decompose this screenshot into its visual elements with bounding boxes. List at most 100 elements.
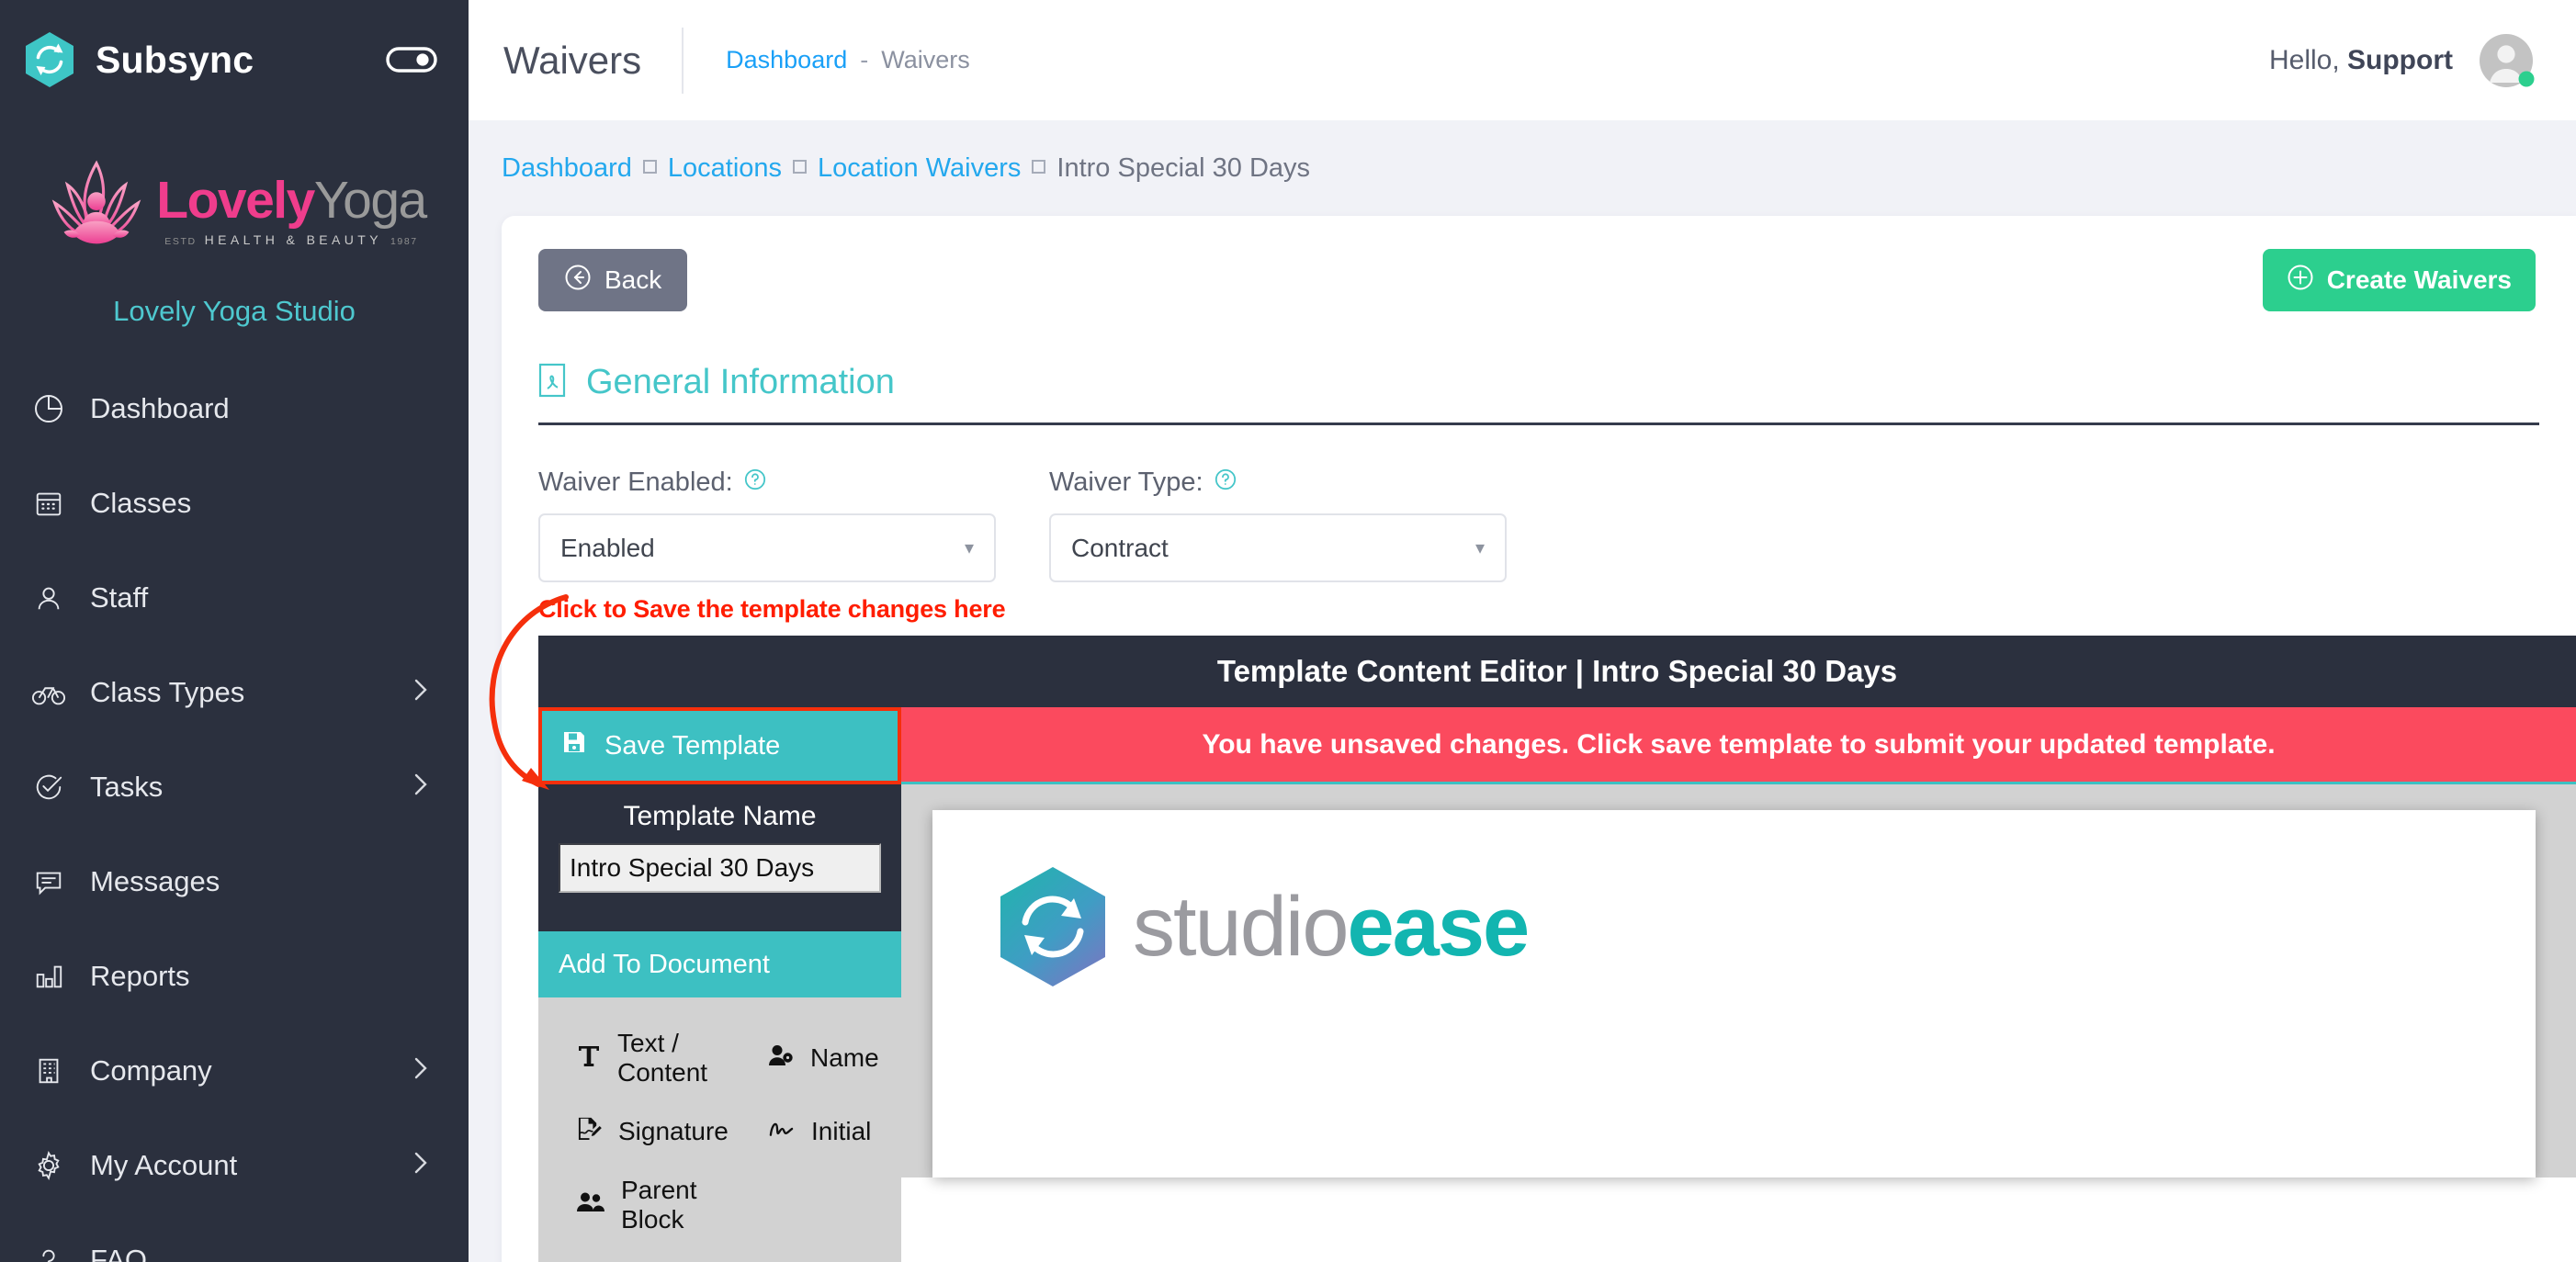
sidebar-item-dashboard[interactable]: Dashboard: [0, 361, 469, 456]
arrow-circle-left-icon: [564, 264, 592, 298]
sidebar-item-label: Reports: [90, 959, 190, 992]
studio-logo-tagline: HEALTH & BEAUTY: [204, 232, 382, 248]
sidebar-nav: Dashboard Classes Staff Class Types Task…: [0, 361, 469, 1262]
question-circle-icon[interactable]: [1215, 468, 1237, 498]
studio-logo-word-secondary: Yoga: [313, 171, 427, 231]
page-title: Waivers: [503, 38, 642, 82]
sidebar-item-tasks[interactable]: Tasks: [0, 739, 469, 834]
save-template-button[interactable]: Save Template: [538, 707, 901, 784]
header-divider: [682, 27, 684, 94]
add-to-document-header: Add To Document: [538, 931, 901, 997]
save-template-wrapper: Save Template: [538, 707, 901, 784]
document-logo-text: studioease: [1133, 885, 1530, 969]
breadcrumb: Dashboard Locations Location Waivers Int…: [469, 120, 2576, 216]
sidebar-item-class-types[interactable]: Class Types: [0, 645, 469, 739]
sidebar-item-faq[interactable]: FAQ: [0, 1212, 469, 1262]
card-toolbar: Back Create Waivers: [502, 249, 2576, 311]
waiver-type-field: Waiver Type: Contract ▾: [1049, 468, 1507, 582]
tool-label: Signature: [618, 1117, 729, 1145]
chevron-right-icon: [413, 1151, 428, 1179]
pdf-document-icon: [538, 363, 566, 402]
editor-preview: You have unsaved changes. Click save tem…: [901, 707, 2576, 1262]
toggle-switch-icon[interactable]: [386, 45, 437, 74]
gear-icon: [28, 1150, 70, 1181]
tool-name[interactable]: Name: [729, 1021, 879, 1095]
sidebar-item-label: My Account: [90, 1148, 238, 1181]
sidebar-item-label: Staff: [90, 580, 149, 614]
tool-label: Name: [810, 1043, 879, 1072]
studioease-hexagon-icon: [997, 865, 1109, 988]
header-breadcrumb-current: Waivers: [881, 46, 970, 73]
content-card: Back Create Waivers General Information …: [489, 216, 2576, 1262]
breadcrumb-separator-icon: [642, 159, 657, 174]
editor-body: Save Template Template Name Add To Docum…: [538, 707, 2576, 1262]
tool-parent-block[interactable]: Parent Block: [538, 1168, 729, 1242]
breadcrumb-item-location-waivers[interactable]: Location Waivers: [818, 153, 1021, 184]
waiver-type-select[interactable]: Contract ▾: [1049, 513, 1507, 582]
studio-logo: LovelyYoga ESTD HEALTH & BEAUTY 1987 Lov…: [0, 154, 469, 328]
lotus-meditation-icon: [42, 154, 151, 267]
user-name: Support: [2347, 44, 2453, 75]
general-information-header: General Information: [538, 363, 2539, 425]
user-tag-icon: [768, 1043, 794, 1074]
studio-logo-estd-right: 1987: [390, 236, 418, 248]
top-header: Waivers Dashboard - Waivers Hello, Suppo…: [469, 0, 2576, 120]
tool-label: Text / Content: [617, 1029, 708, 1087]
tool-row: Signature Initial: [538, 1095, 901, 1168]
tool-row: Text / Content Name: [538, 1021, 901, 1095]
main-content: Waivers Dashboard - Waivers Hello, Suppo…: [469, 0, 2576, 1262]
studio-logo-estd-left: ESTD: [164, 236, 197, 248]
sidebar-item-label: Tasks: [90, 770, 164, 803]
document-canvas[interactable]: studioease: [901, 784, 2576, 1177]
document-page[interactable]: studioease: [932, 810, 2536, 1177]
tool-palette: Text / Content Name Signature Initial Pa…: [538, 997, 901, 1262]
save-template-label: Save Template: [604, 730, 781, 761]
sidebar-item-my-account[interactable]: My Account: [0, 1118, 469, 1212]
sidebar-item-staff[interactable]: Staff: [0, 550, 469, 645]
floppy-disk-icon: [562, 730, 586, 761]
create-waivers-label: Create Waivers: [2326, 265, 2512, 294]
document-logo-text-light: studio: [1133, 880, 1349, 974]
sidebar-item-label: FAQ: [90, 1243, 148, 1262]
user-avatar-icon[interactable]: [2477, 31, 2536, 90]
sidebar-item-company[interactable]: Company: [0, 1023, 469, 1118]
back-button[interactable]: Back: [538, 249, 688, 311]
sidebar-item-reports[interactable]: Reports: [0, 929, 469, 1023]
question-circle-icon[interactable]: [744, 468, 766, 498]
building-icon: [28, 1055, 70, 1087]
document-logo: studioease: [932, 865, 2536, 988]
template-name-block: Template Name: [538, 784, 901, 931]
chevron-down-icon: ▾: [1474, 538, 1485, 558]
sidebar: Subsync LovelyYoga ESTD HEALTH & BEAUTY …: [0, 0, 469, 1262]
tool-signature[interactable]: Signature: [538, 1095, 729, 1168]
initial-scribble-icon: [768, 1117, 795, 1146]
breadcrumb-item-current: Intro Special 30 Days: [1056, 152, 1311, 183]
breadcrumb-item-dashboard[interactable]: Dashboard: [502, 153, 632, 184]
sidebar-item-label: Class Types: [90, 675, 245, 708]
breadcrumb-item-locations[interactable]: Locations: [668, 153, 782, 184]
header-breadcrumb: Dashboard - Waivers: [726, 46, 970, 74]
header-breadcrumb-separator: -: [860, 46, 869, 73]
tool-initial[interactable]: Initial: [729, 1095, 871, 1168]
tool-label: Initial: [811, 1117, 872, 1145]
question-icon: [28, 1245, 70, 1262]
waiver-enabled-label: Waiver Enabled:: [538, 468, 733, 497]
general-information-title: General Information: [586, 363, 895, 401]
header-breadcrumb-dashboard[interactable]: Dashboard: [726, 46, 847, 74]
users-icon: [577, 1190, 604, 1220]
tool-text-content[interactable]: Text / Content: [538, 1021, 729, 1095]
tool-row: Parent Block: [538, 1168, 901, 1242]
create-waivers-button[interactable]: Create Waivers: [2262, 249, 2536, 311]
sidebar-item-classes[interactable]: Classes: [0, 456, 469, 550]
plus-circle-icon: [2287, 264, 2314, 298]
waiver-enabled-label-row: Waiver Enabled:: [538, 468, 996, 498]
header-user-area: Hello, Support: [2269, 31, 2536, 90]
sidebar-item-messages[interactable]: Messages: [0, 834, 469, 929]
signature-icon: [577, 1116, 602, 1147]
chevron-right-icon: [413, 772, 428, 801]
sidebar-brand: Subsync: [96, 38, 254, 81]
waiver-enabled-select[interactable]: Enabled ▾: [538, 513, 996, 582]
template-name-input[interactable]: [559, 843, 881, 893]
message-icon: [28, 866, 70, 897]
chevron-right-icon: [413, 678, 428, 706]
